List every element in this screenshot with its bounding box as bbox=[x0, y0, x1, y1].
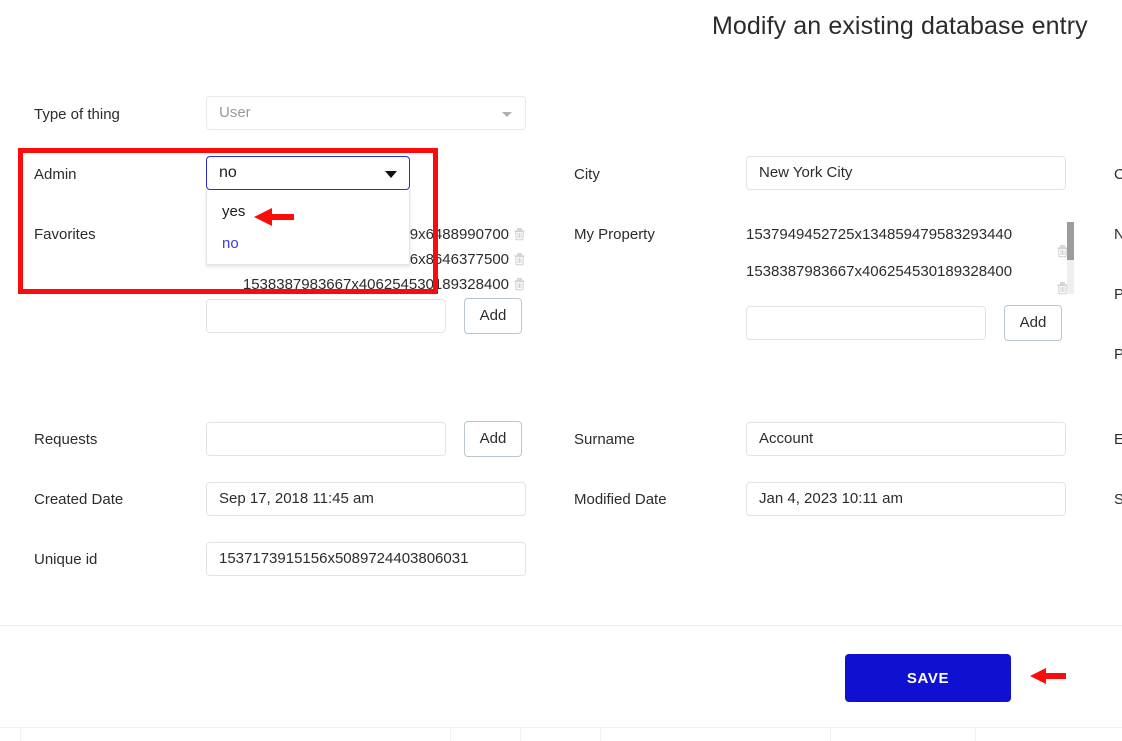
created-date-input[interactable]: Sep 17, 2018 11:45 am bbox=[206, 482, 526, 516]
unique-id-input[interactable]: 1537173915156x5089724403806031 bbox=[206, 542, 526, 576]
label-created-date: Created Date bbox=[34, 491, 124, 508]
bottom-separator bbox=[450, 728, 451, 741]
type-of-thing-field[interactable]: User bbox=[206, 96, 526, 130]
label-admin: Admin bbox=[34, 166, 77, 183]
city-input[interactable]: New York City bbox=[746, 156, 1066, 190]
admin-dropdown-menu[interactable]: yes no bbox=[206, 190, 410, 265]
label-modified-date: Modified Date bbox=[574, 491, 667, 508]
type-of-thing-value: User bbox=[219, 104, 251, 121]
favorites-item-value: 1538387983667x406254530189328400 bbox=[242, 276, 509, 293]
label-favorites: Favorites bbox=[34, 226, 96, 243]
my-property-item-value: 1537949452725x134859479583293440 bbox=[746, 226, 1013, 243]
bottom-rule bbox=[0, 727, 1122, 728]
label-type-of-thing: Type of thing bbox=[34, 106, 120, 123]
admin-select-value: no bbox=[219, 164, 237, 181]
label-clipped-5: E bbox=[1114, 431, 1122, 448]
favorites-add-button[interactable]: Add bbox=[464, 298, 522, 334]
bottom-separator bbox=[975, 728, 976, 741]
admin-field[interactable]: no yes no bbox=[206, 156, 410, 265]
modified-date-input[interactable]: Jan 4, 2023 10:11 am bbox=[746, 482, 1066, 516]
bottom-separator bbox=[600, 728, 601, 741]
label-clipped-4: P bbox=[1114, 346, 1122, 363]
label-clipped-1: C bbox=[1114, 166, 1122, 183]
chevron-down-icon bbox=[502, 112, 512, 117]
chevron-down-icon bbox=[385, 171, 397, 178]
save-button[interactable]: SAVE bbox=[845, 654, 1011, 702]
surname-input[interactable]: Account bbox=[746, 422, 1066, 456]
favorites-list-item: 1538387983667x406254530189328400 bbox=[206, 275, 526, 297]
bottom-separator bbox=[20, 728, 21, 741]
modify-database-entry-page: Modify an existing database entry Type o… bbox=[0, 0, 1122, 741]
type-of-thing-select[interactable]: User bbox=[206, 96, 526, 130]
admin-select[interactable]: no bbox=[206, 156, 410, 190]
annotation-arrow-left-icon bbox=[254, 208, 294, 226]
label-clipped-6: S bbox=[1114, 491, 1122, 508]
page-title: Modify an existing database entry bbox=[712, 12, 1088, 40]
my-property-list-item: 1537949452725x134859479583293440 bbox=[746, 225, 1012, 245]
page-header: Modify an existing database entry bbox=[0, 0, 1122, 62]
annotation-arrow-left-icon bbox=[1030, 668, 1066, 684]
label-clipped-3: P bbox=[1114, 286, 1122, 303]
form-area: Type of thing User Admin no yes no Favor… bbox=[0, 62, 1122, 625]
bottom-separator bbox=[520, 728, 521, 741]
my-property-item-value: 1538387983667x406254530189328400 bbox=[746, 263, 1013, 280]
label-city: City bbox=[574, 166, 600, 183]
label-surname: Surname bbox=[574, 431, 635, 448]
bottom-separator bbox=[830, 728, 831, 741]
my-property-list-item: 1538387983667x406254530189328400 bbox=[746, 262, 1012, 282]
admin-option-yes[interactable]: yes bbox=[207, 196, 409, 228]
delete-icon[interactable] bbox=[513, 252, 526, 272]
requests-add-button[interactable]: Add bbox=[464, 421, 522, 457]
my-property-add-button[interactable]: Add bbox=[1004, 305, 1062, 341]
favorites-add-input[interactable] bbox=[206, 299, 446, 333]
admin-option-no[interactable]: no bbox=[207, 228, 409, 260]
label-clipped-2: N bbox=[1114, 226, 1122, 243]
delete-icon[interactable] bbox=[513, 277, 526, 297]
footer-divider bbox=[0, 625, 1122, 626]
delete-icon[interactable] bbox=[513, 227, 526, 247]
my-property-add-input[interactable] bbox=[746, 306, 986, 340]
label-my-property: My Property bbox=[574, 226, 655, 243]
my-property-scrollbar-thumb[interactable] bbox=[1067, 222, 1074, 260]
label-requests: Requests bbox=[34, 431, 98, 448]
requests-add-input[interactable] bbox=[206, 422, 446, 456]
label-unique-id: Unique id bbox=[34, 551, 98, 568]
